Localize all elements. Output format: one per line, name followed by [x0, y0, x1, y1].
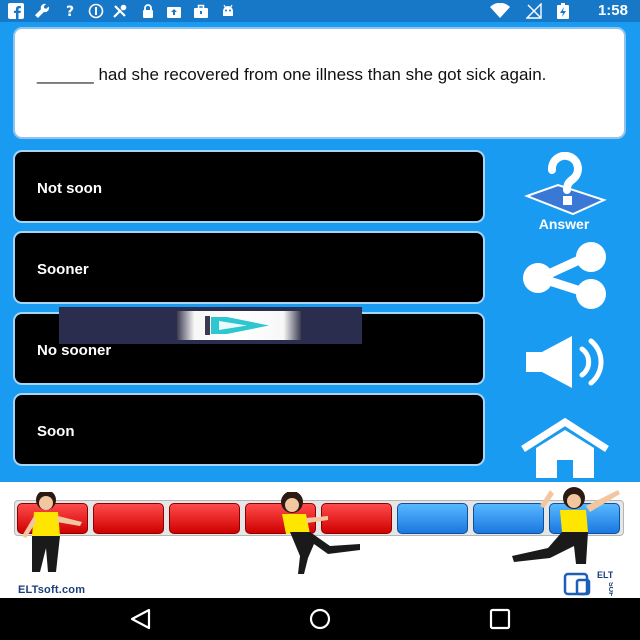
brand-text: ELTsoft.com: [18, 584, 86, 596]
facebook-icon: [8, 3, 24, 19]
briefcase-icon: [194, 4, 208, 18]
wrench-icon: [35, 3, 49, 18]
girl-figure-left: [22, 492, 82, 572]
home-circle-icon[interactable]: [308, 608, 332, 630]
share-icon: [523, 242, 606, 309]
back-icon[interactable]: [129, 608, 153, 630]
option-label: Soon: [37, 423, 75, 440]
help-icon: ?: [66, 4, 74, 19]
cloud-upload-icon: [167, 7, 181, 18]
sound-button[interactable]: [520, 332, 610, 392]
option-button-4[interactable]: Soon: [13, 393, 485, 466]
play-icon: [205, 316, 269, 335]
elt-soft-logo: ELT SOFT: [563, 570, 613, 596]
girl-figure-middle: [281, 492, 360, 574]
progress-area: ELTsoft.com ELT SOFT: [0, 482, 640, 598]
girl-figure-right: [512, 487, 620, 564]
option-label: Sooner: [37, 261, 89, 278]
option-label: No sooner: [37, 342, 112, 359]
svg-text:?: ?: [66, 4, 74, 19]
wifi-icon: [490, 3, 510, 18]
lock-icon: [143, 4, 153, 18]
progress-segment-red: [169, 503, 240, 534]
android-icon: [223, 4, 233, 16]
sound-icon: [526, 336, 604, 388]
status-bar: ? 1:58: [0, 0, 640, 22]
recents-icon[interactable]: [488, 608, 512, 630]
answer-question-icon: [524, 152, 607, 216]
signal-icon: [526, 3, 542, 19]
answer-button[interactable]: Answer: [520, 152, 608, 236]
question-card: ______ had she recovered from one illnes…: [13, 27, 626, 139]
option-button-2[interactable]: Sooner: [13, 231, 485, 304]
ad-logo: [177, 311, 301, 340]
ad-overlay[interactable]: [59, 307, 362, 344]
blocked-icon: [88, 3, 104, 19]
svg-text:SOFT: SOFT: [607, 582, 613, 596]
home-icon: [521, 418, 609, 478]
question-text: ______ had she recovered from one illnes…: [37, 65, 547, 84]
battery-charging-icon: [557, 3, 569, 19]
tools-icon: [113, 4, 127, 18]
status-time: 1:58: [597, 2, 628, 19]
progress-segment-red: [93, 503, 164, 534]
option-label: Not soon: [37, 180, 102, 197]
progress-segment-blue: [397, 503, 468, 534]
navigation-bar: [0, 598, 640, 640]
share-button[interactable]: [518, 242, 610, 312]
answer-label: Answer: [538, 216, 590, 232]
home-button[interactable]: [518, 418, 612, 480]
option-button-1[interactable]: Not soon: [13, 150, 485, 223]
elt-logo-text: ELT: [597, 570, 613, 580]
